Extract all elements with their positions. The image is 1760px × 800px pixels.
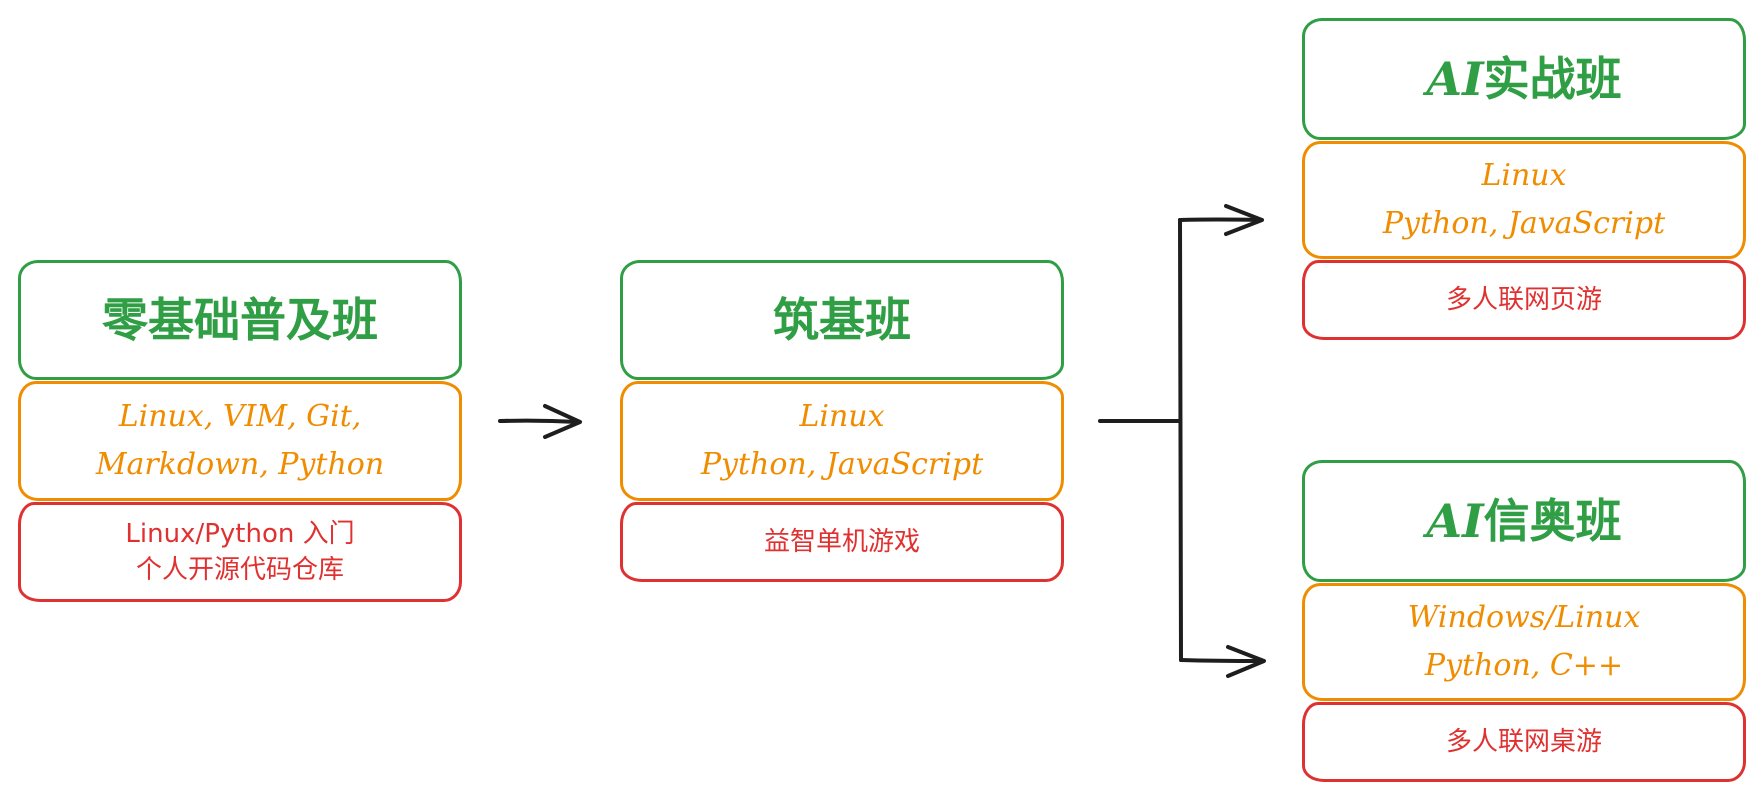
stage-ai-practice-tech-line-2: Python, JavaScript <box>1382 206 1666 241</box>
stage-ai-olympiad-title-prefix: AI <box>1426 493 1484 548</box>
stage-ai-olympiad-tech-line-1: Windows/Linux <box>1407 600 1641 635</box>
stage-zero-tech-line-2: Markdown, Python <box>95 447 385 482</box>
arrow-zero-to-foundation <box>498 404 582 439</box>
stage-ai-olympiad-title-main: 信奥班 <box>1483 493 1622 548</box>
arrow-foundation-branch <box>1098 204 1266 678</box>
stage-ai-olympiad-project-line-1: 多人联网桌游 <box>1445 727 1602 757</box>
stage-zero-tech-box: Linux, VIM, Git, Markdown, Python <box>18 381 462 501</box>
stage-zero-tech-line-1: Linux, VIM, Git, <box>118 399 362 434</box>
stage-zero-title: 零基础普及班 <box>102 292 378 347</box>
stage-ai-olympiad-tech-line-2: Python, C++ <box>1424 648 1624 683</box>
stage-zero-project-box: Linux/Python 入门 个人开源代码仓库 <box>18 502 462 602</box>
stage-foundation-project-line-1: 益智单机游戏 <box>763 527 920 557</box>
stage-ai-practice-title: AI实战班 <box>1426 51 1622 106</box>
stage-ai-practice-title-main: 实战班 <box>1483 51 1622 106</box>
stage-ai-olympiad-project-box: 多人联网桌游 <box>1302 702 1746 782</box>
stage-ai-practice-tech-line-1: Linux <box>1481 158 1567 193</box>
stage-ai-practice-title-prefix: AI <box>1426 51 1484 106</box>
stage-ai-olympiad-tech-box: Windows/Linux Python, C++ <box>1302 583 1746 701</box>
stage-ai-practice-project-line-1: 多人联网页游 <box>1445 285 1602 315</box>
stage-foundation-project-box: 益智单机游戏 <box>620 502 1064 582</box>
stage-foundation-title-box: 筑基班 <box>620 260 1064 380</box>
stage-ai-practice-tech-box: Linux Python, JavaScript <box>1302 141 1746 259</box>
stage-zero-project-line-2: 个人开源代码仓库 <box>135 555 344 585</box>
stage-foundation-tech-line-2: Python, JavaScript <box>700 447 984 482</box>
stage-foundation-tech-box: Linux Python, JavaScript <box>620 381 1064 501</box>
stage-zero-title-box: 零基础普及班 <box>18 260 462 380</box>
stage-foundation-title: 筑基班 <box>773 292 911 347</box>
stage-foundation-tech-line-1: Linux <box>799 399 885 434</box>
stage-zero-project-line-1: Linux/Python 入门 <box>125 519 355 549</box>
stage-ai-practice-title-box: AI实战班 <box>1302 18 1746 140</box>
stage-ai-olympiad-title: AI信奥班 <box>1426 493 1622 548</box>
stage-ai-olympiad-title-box: AI信奥班 <box>1302 460 1746 582</box>
stage-ai-practice-project-box: 多人联网页游 <box>1302 260 1746 340</box>
